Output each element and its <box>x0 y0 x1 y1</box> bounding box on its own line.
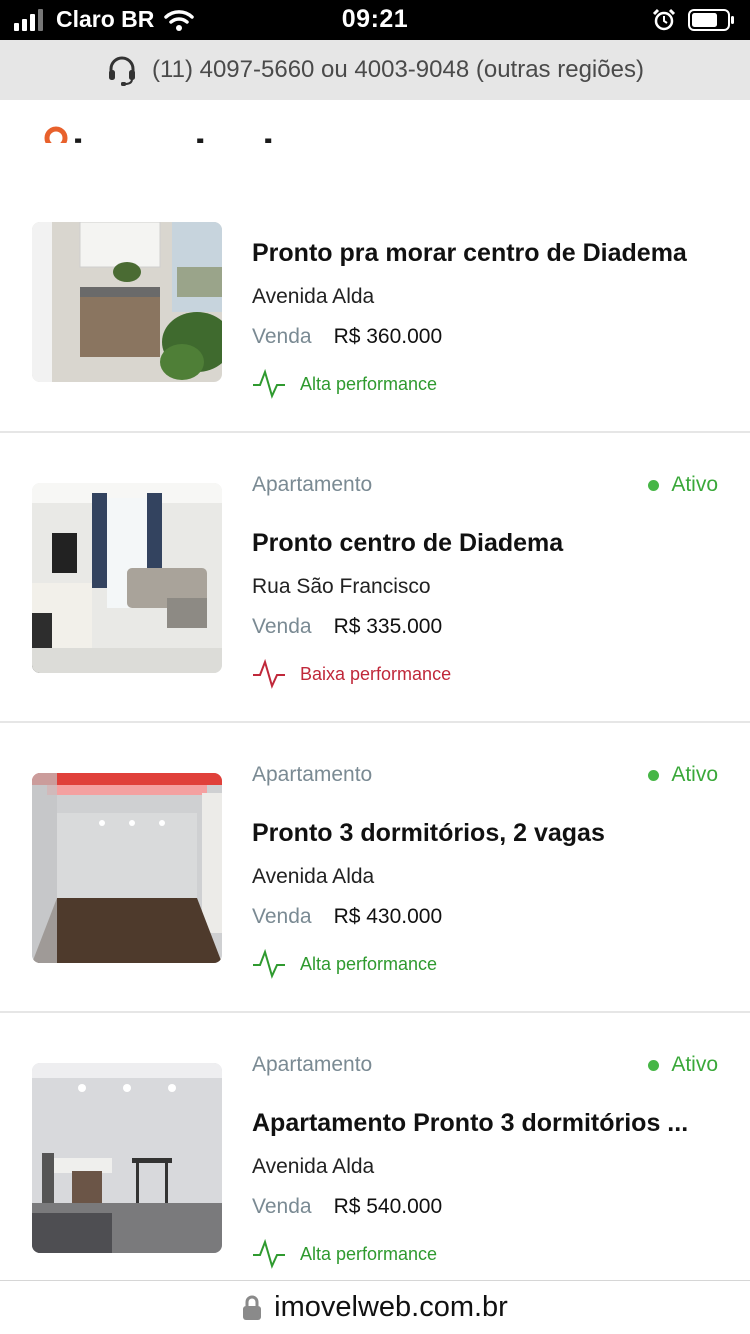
status-label: Ativo <box>671 763 718 786</box>
operation-type: Venda <box>252 1195 312 1218</box>
listing-price: R$ 540.000 <box>333 1195 443 1218</box>
status-badge: Ativo <box>648 473 718 497</box>
status-dot-icon <box>648 769 660 781</box>
listing-address: Avenida Alda <box>252 1155 375 1178</box>
lock-icon <box>243 1295 262 1320</box>
listing-address: Avenida Alda <box>252 285 375 308</box>
listing-title[interactable]: Pronto pra morar centro de Diadema <box>252 239 718 268</box>
price-row: Venda R$ 430.000 <box>252 905 442 929</box>
battery-icon <box>688 9 734 31</box>
listing-photo[interactable] <box>32 773 222 963</box>
performance-label: Baixa performance <box>300 663 452 684</box>
browser-url-bar[interactable]: imovelweb.com.br <box>0 1280 750 1334</box>
pulse-icon <box>253 369 285 399</box>
property-type: Apartamento <box>252 763 373 786</box>
status-badge: Ativo <box>648 1053 718 1077</box>
performance-indicator: Alta performance <box>252 1239 437 1269</box>
listing-title[interactable]: Pronto 3 dormitórios, 2 vagas <box>252 819 718 848</box>
status-bar: Claro BR 09:21 <box>0 0 750 40</box>
performance-indicator: Alta performance <box>252 369 437 399</box>
performance-label: Alta performance <box>300 373 438 394</box>
price-row: Venda R$ 540.000 <box>252 1195 442 1219</box>
listing-address: Rua São Francisco <box>252 575 431 598</box>
operation-type: Venda <box>252 325 312 348</box>
operation-type: Venda <box>252 615 312 638</box>
listing-photo[interactable] <box>32 483 222 673</box>
pulse-icon <box>253 659 285 689</box>
status-badge: Ativo <box>648 763 718 787</box>
performance-label: Alta performance <box>300 953 438 974</box>
pulse-icon <box>253 1239 285 1269</box>
property-type: Apartamento <box>252 1053 373 1076</box>
listing-address: Avenida Alda <box>252 865 375 888</box>
performance-label: Alta performance <box>300 1243 438 1264</box>
status-dot-icon <box>648 1059 660 1071</box>
pulse-icon <box>253 949 285 979</box>
listing-photo[interactable] <box>32 1063 222 1253</box>
headset-icon <box>109 56 136 86</box>
listing-card[interactable]: Apartamento Ativo Pronto 3 dormitórios, … <box>0 723 750 1013</box>
alarm-icon <box>652 8 676 31</box>
listing-title[interactable]: Apartamento Pronto 3 dormitórios ... <box>252 1109 718 1138</box>
contact-phone-text[interactable]: (11) 4097-5660 ou 4003-9048 (outras regi… <box>152 56 644 84</box>
listing-photo[interactable] <box>32 222 222 382</box>
price-row: Venda R$ 335.000 <box>252 615 442 639</box>
listing-title[interactable]: Pronto centro de Diadema <box>252 529 718 558</box>
status-label: Ativo <box>671 1053 718 1076</box>
price-row: Venda R$ 360.000 <box>252 325 442 349</box>
listing-card[interactable]: Pronto pra morar centro de Diadema Aveni… <box>0 143 750 433</box>
url-text[interactable]: imovelweb.com.br <box>274 1291 508 1324</box>
listing-card[interactable]: Apartamento Ativo Pronto centro de Diade… <box>0 433 750 723</box>
listing-price: R$ 335.000 <box>333 615 443 638</box>
clock: 09:21 <box>341 5 409 33</box>
listing-price: R$ 360.000 <box>333 325 443 348</box>
listing-price: R$ 430.000 <box>333 905 443 928</box>
status-label: Ativo <box>671 473 718 496</box>
contact-banner[interactable]: (11) 4097-5660 ou 4003-9048 (outras regi… <box>0 40 750 100</box>
performance-indicator: Baixa performance <box>252 659 451 689</box>
performance-indicator: Alta performance <box>252 949 437 979</box>
operation-type: Venda <box>252 905 312 928</box>
property-type: Apartamento <box>252 473 373 496</box>
status-right <box>652 8 736 32</box>
listing-card[interactable]: Apartamento Ativo Apartamento Pronto 3 d… <box>0 1013 750 1303</box>
status-dot-icon <box>648 479 660 491</box>
